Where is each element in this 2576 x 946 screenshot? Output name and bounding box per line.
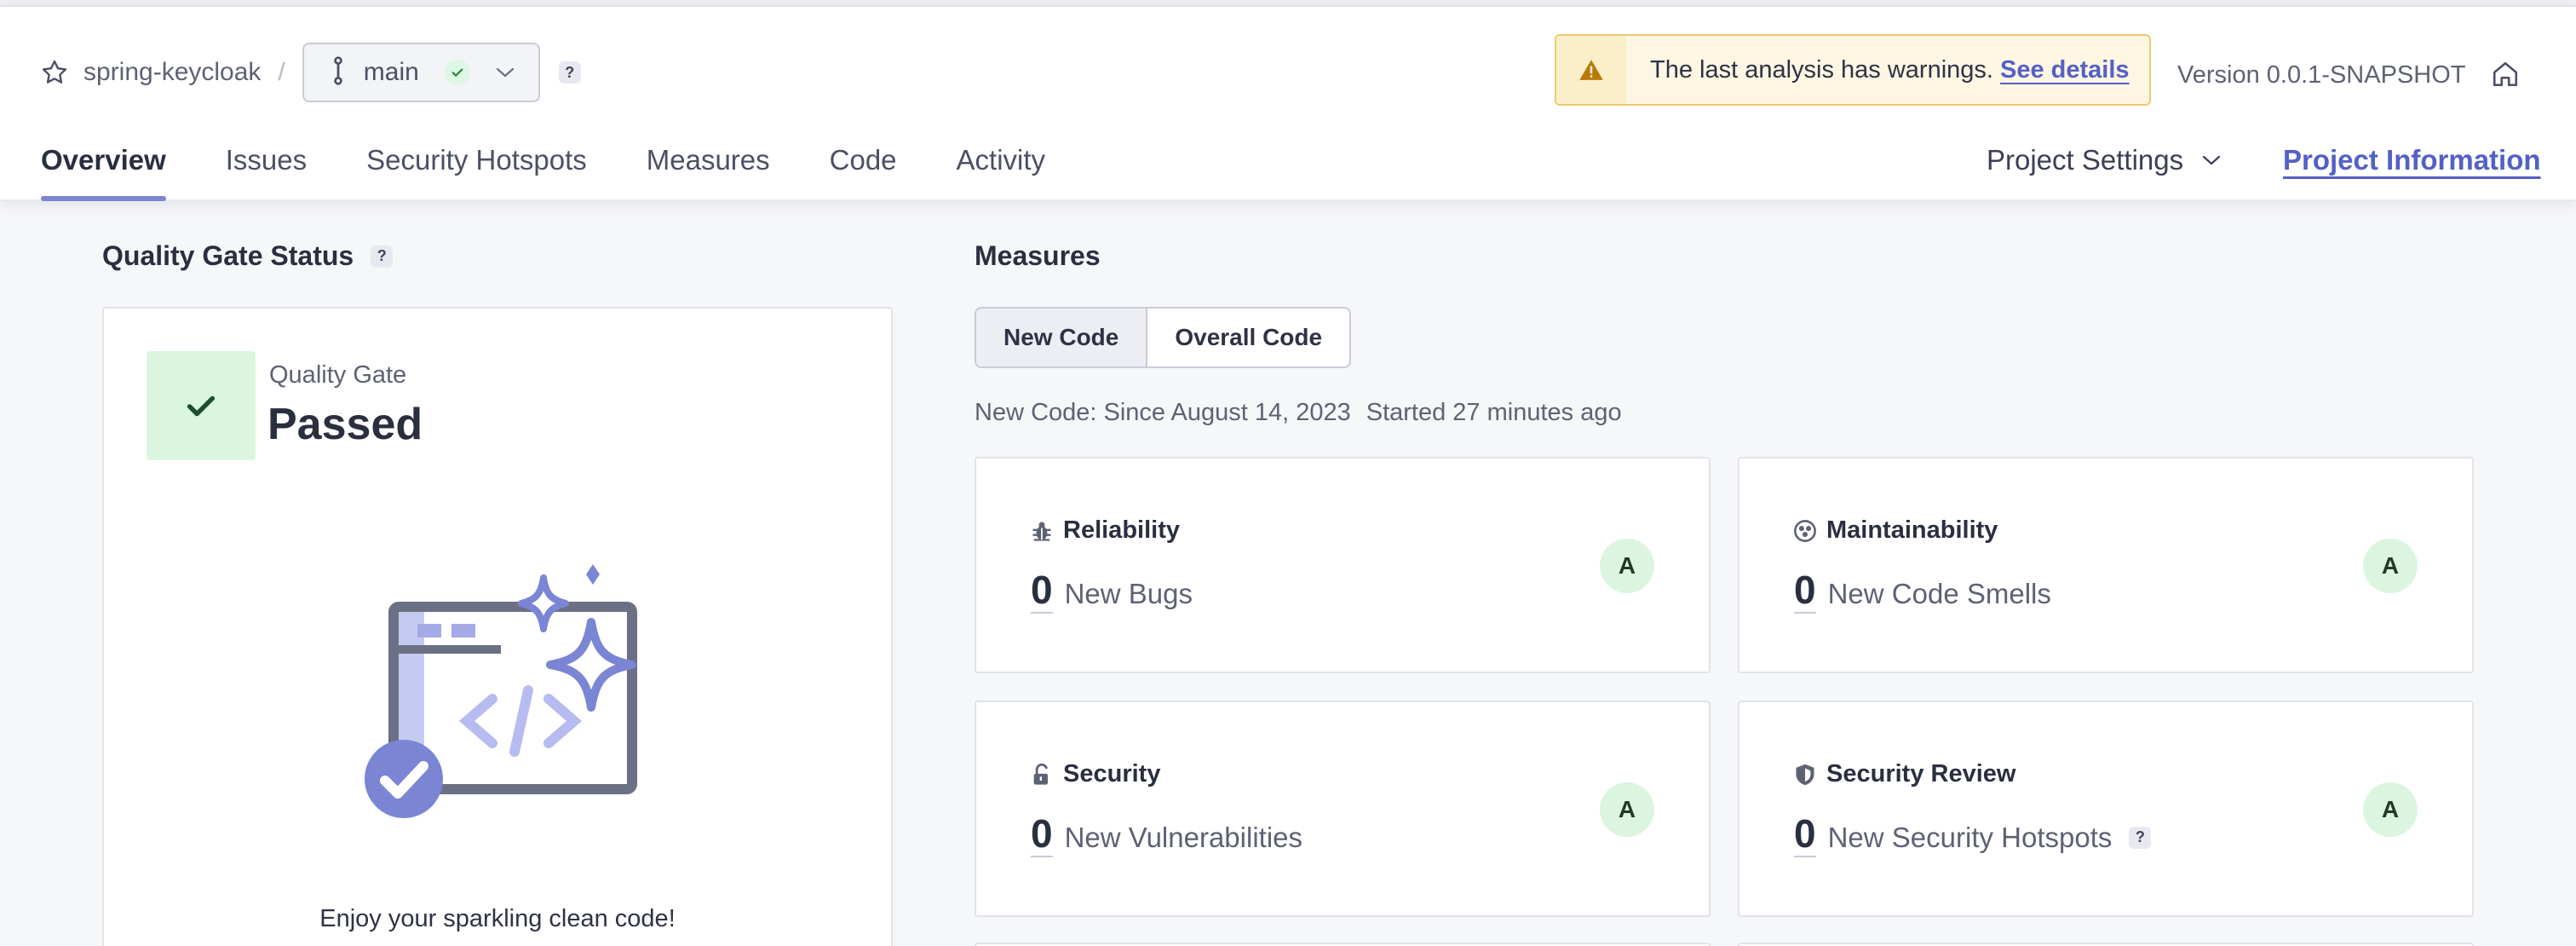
quality-gate-label: Quality Gate bbox=[269, 361, 407, 389]
reliability-card[interactable]: Reliability 0 New Bugs A bbox=[975, 457, 1711, 673]
warning-text: The last analysis has warnings. bbox=[1650, 55, 1993, 84]
reliability-rating-badge[interactable]: A bbox=[1600, 539, 1654, 593]
branch-status-check-icon bbox=[444, 60, 470, 85]
home-icon[interactable] bbox=[2491, 60, 2521, 90]
analysis-warning-banner: The last analysis has warnings. See deta… bbox=[1555, 34, 2151, 106]
quality-gate-status: Passed bbox=[267, 400, 423, 449]
new-vulnerabilities-label: New Vulnerabilities bbox=[1064, 822, 1302, 853]
new-code-smells-label: New Code Smells bbox=[1827, 578, 2051, 609]
see-details-link[interactable]: See details bbox=[2000, 56, 2130, 84]
breadcrumb: spring-keycloak / main ? bbox=[39, 41, 581, 104]
quality-gate-title: Quality Gate Status bbox=[102, 240, 354, 271]
tab-issues[interactable]: Issues bbox=[226, 133, 307, 201]
chevron-down-icon bbox=[2202, 154, 2221, 166]
lock-icon bbox=[1029, 762, 1055, 787]
analysis-started: Started 27 minutes ago bbox=[1366, 399, 1622, 426]
check-icon bbox=[147, 351, 256, 460]
maintainability-icon bbox=[1792, 518, 1818, 544]
maintainability-title: Maintainability bbox=[1826, 516, 1998, 544]
new-code-button[interactable]: New Code bbox=[976, 309, 1148, 366]
next-measure-card-partial bbox=[1738, 943, 2474, 946]
chevron-down-icon bbox=[496, 66, 515, 78]
new-bugs-count[interactable]: 0 bbox=[1031, 568, 1053, 614]
branch-name: main bbox=[363, 58, 419, 86]
breadcrumb-separator: / bbox=[278, 58, 285, 86]
quality-gate-card: Quality Gate Passed Enjoy your sparkling… bbox=[102, 307, 893, 946]
warning-icon bbox=[1556, 36, 1626, 104]
security-card[interactable]: Security 0 New Vulnerabilities A bbox=[975, 701, 1711, 917]
branch-icon bbox=[330, 55, 347, 89]
overall-code-button[interactable]: Overall Code bbox=[1147, 309, 1349, 366]
project-nav-tabs: Overview Issues Security Hotspots Measur… bbox=[41, 133, 1105, 201]
security-review-rating-badge[interactable]: A bbox=[2363, 782, 2418, 837]
maintainability-rating-badge[interactable]: A bbox=[2363, 539, 2418, 593]
security-hotspots-help-icon[interactable]: ? bbox=[2129, 826, 2152, 849]
bug-icon bbox=[1029, 518, 1055, 544]
maintainability-card[interactable]: Maintainability 0 New Code Smells A bbox=[1738, 457, 2474, 673]
new-code-smells-count[interactable]: 0 bbox=[1794, 568, 1816, 614]
new-code-since: New Code: Since August 14, 2023 bbox=[975, 399, 1351, 426]
security-review-title: Security Review bbox=[1826, 760, 2016, 787]
sparkling-code-illustration bbox=[365, 564, 654, 837]
quality-gate-message: Enjoy your sparkling clean code! bbox=[319, 905, 676, 932]
security-review-card[interactable]: Security Review 0 New Security Hotspots … bbox=[1738, 701, 2474, 917]
project-version: Version 0.0.1-SNAPSHOT bbox=[2177, 61, 2466, 89]
code-scope-toggle: New Code Overall Code bbox=[975, 307, 1352, 368]
security-title: Security bbox=[1063, 760, 1161, 787]
star-icon[interactable] bbox=[39, 57, 70, 88]
quality-gate-section-title: Quality Gate Status ? bbox=[102, 240, 394, 272]
tab-measures[interactable]: Measures bbox=[647, 133, 770, 201]
project-name-link[interactable]: spring-keycloak bbox=[83, 58, 261, 87]
tab-activity[interactable]: Activity bbox=[957, 133, 1046, 201]
new-security-hotspots-label: New Security Hotspots bbox=[1827, 822, 2113, 853]
reliability-title: Reliability bbox=[1063, 516, 1180, 544]
project-settings-menu[interactable]: Project Settings bbox=[1987, 133, 2221, 187]
security-rating-badge[interactable]: A bbox=[1600, 782, 1654, 837]
top-border bbox=[0, 0, 2576, 7]
quality-gate-help-icon[interactable]: ? bbox=[371, 245, 394, 268]
new-bugs-label: New Bugs bbox=[1064, 578, 1193, 609]
branch-selector[interactable]: main bbox=[302, 43, 540, 102]
next-measure-card-partial bbox=[975, 943, 1711, 946]
new-code-period: New Code: Since August 14, 2023 Started 2… bbox=[975, 399, 1622, 427]
shield-icon bbox=[1792, 762, 1818, 787]
project-header: spring-keycloak / main ? The last analys… bbox=[0, 7, 2576, 201]
measures-title: Measures bbox=[975, 240, 1101, 271]
new-vulnerabilities-count[interactable]: 0 bbox=[1031, 811, 1053, 857]
project-information-link[interactable]: Project Information bbox=[2283, 133, 2541, 187]
project-settings-label: Project Settings bbox=[1987, 144, 2184, 176]
tab-code[interactable]: Code bbox=[830, 133, 897, 201]
new-security-hotspots-count[interactable]: 0 bbox=[1794, 811, 1816, 857]
tab-security-hotspots[interactable]: Security Hotspots bbox=[366, 133, 587, 201]
branch-help-icon[interactable]: ? bbox=[558, 61, 581, 84]
tab-overview[interactable]: Overview bbox=[41, 133, 166, 201]
